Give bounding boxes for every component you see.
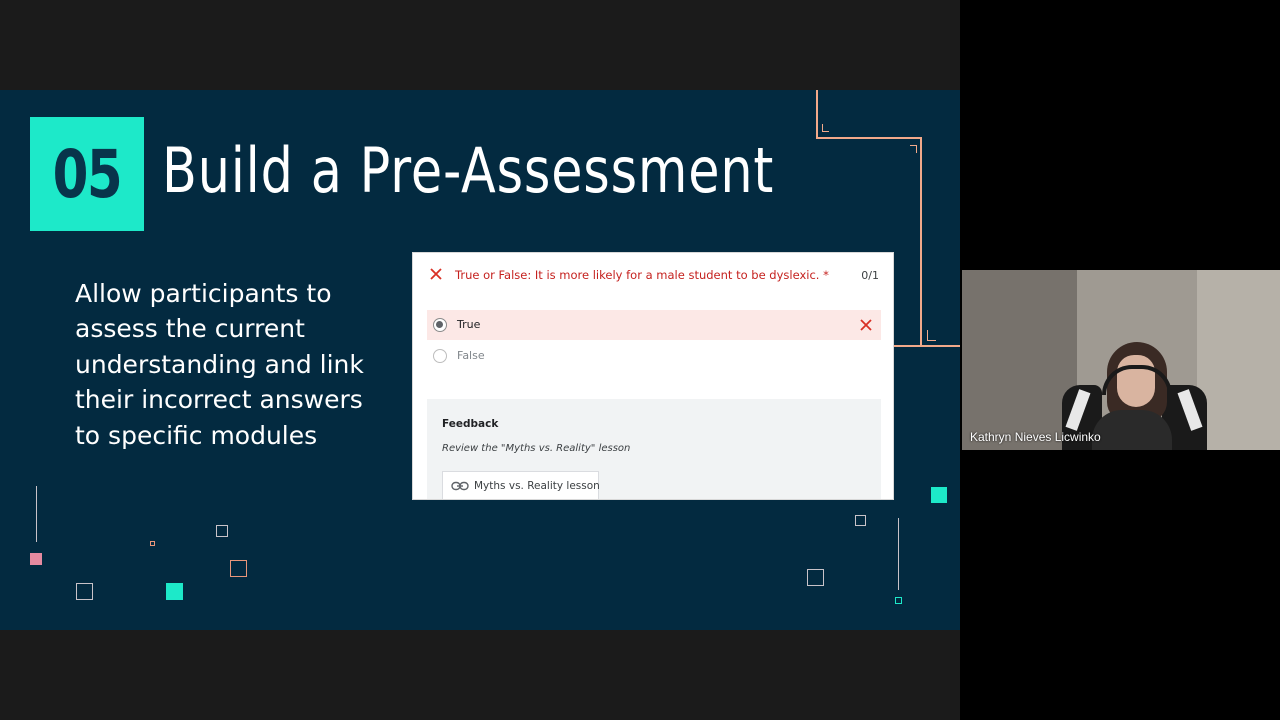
option-label: True bbox=[457, 318, 481, 331]
decor-square bbox=[150, 541, 155, 546]
feedback-title: Feedback bbox=[442, 418, 499, 430]
feedback-text: Review the "Myths vs. Reality" lesson bbox=[442, 443, 631, 454]
decor-bracket-line bbox=[916, 145, 917, 153]
feedback-panel: Feedback Review the "Myths vs. Reality" … bbox=[427, 399, 881, 499]
video-person-body bbox=[1092, 410, 1172, 450]
question-text: True or False: It is more likely for a m… bbox=[455, 268, 829, 282]
x-icon bbox=[430, 268, 442, 280]
decor-square bbox=[76, 583, 93, 600]
option-true[interactable]: True bbox=[427, 310, 881, 340]
slide: 05 Build a Pre-Assessment Allow particip… bbox=[0, 90, 960, 630]
decor-bracket-line bbox=[822, 131, 829, 132]
decor-square bbox=[895, 597, 902, 604]
decor-square bbox=[216, 525, 228, 537]
option-false[interactable]: False bbox=[427, 341, 881, 371]
decor-square bbox=[230, 560, 247, 577]
option-label: False bbox=[457, 349, 485, 362]
decor-bracket-line bbox=[927, 330, 928, 340]
decor-bracket-line bbox=[920, 137, 922, 347]
quiz-question-card: True or False: It is more likely for a m… bbox=[412, 252, 894, 500]
decor-square bbox=[855, 515, 866, 526]
radio-button-checked[interactable] bbox=[433, 318, 447, 332]
decor-square bbox=[807, 569, 824, 586]
presentation-stage: 05 Build a Pre-Assessment Allow particip… bbox=[0, 0, 960, 720]
slide-number: 05 bbox=[52, 135, 123, 213]
decor-bracket-line bbox=[894, 345, 960, 347]
decor-square bbox=[166, 583, 183, 600]
link-icon bbox=[451, 481, 469, 491]
decor-bracket-line bbox=[816, 90, 818, 138]
slide-title: Build a Pre-Assessment bbox=[162, 134, 775, 207]
decor-bracket-line bbox=[927, 340, 936, 341]
video-background bbox=[1197, 270, 1280, 450]
slide-body-text: Allow participants to assess the current… bbox=[75, 279, 364, 450]
decor-line bbox=[36, 486, 37, 542]
participant-name: Kathryn Nieves Licwinko bbox=[970, 430, 1101, 444]
decor-line bbox=[898, 518, 899, 590]
feedback-link-chip[interactable]: Myths vs. Reality lesson bbox=[442, 471, 600, 499]
question-score: 0/1 bbox=[861, 269, 879, 282]
decor-square bbox=[30, 553, 42, 565]
participant-video-tile[interactable]: Kathryn Nieves Licwinko bbox=[962, 270, 1280, 450]
radio-button[interactable] bbox=[433, 349, 447, 363]
question-header: True or False: It is more likely for a m… bbox=[413, 253, 893, 299]
feedback-link-label: Myths vs. Reality lesson bbox=[474, 480, 600, 492]
decor-square bbox=[931, 487, 947, 503]
slide-number-badge: 05 bbox=[30, 117, 144, 231]
x-icon bbox=[860, 319, 872, 331]
decor-bracket-line bbox=[816, 137, 922, 139]
